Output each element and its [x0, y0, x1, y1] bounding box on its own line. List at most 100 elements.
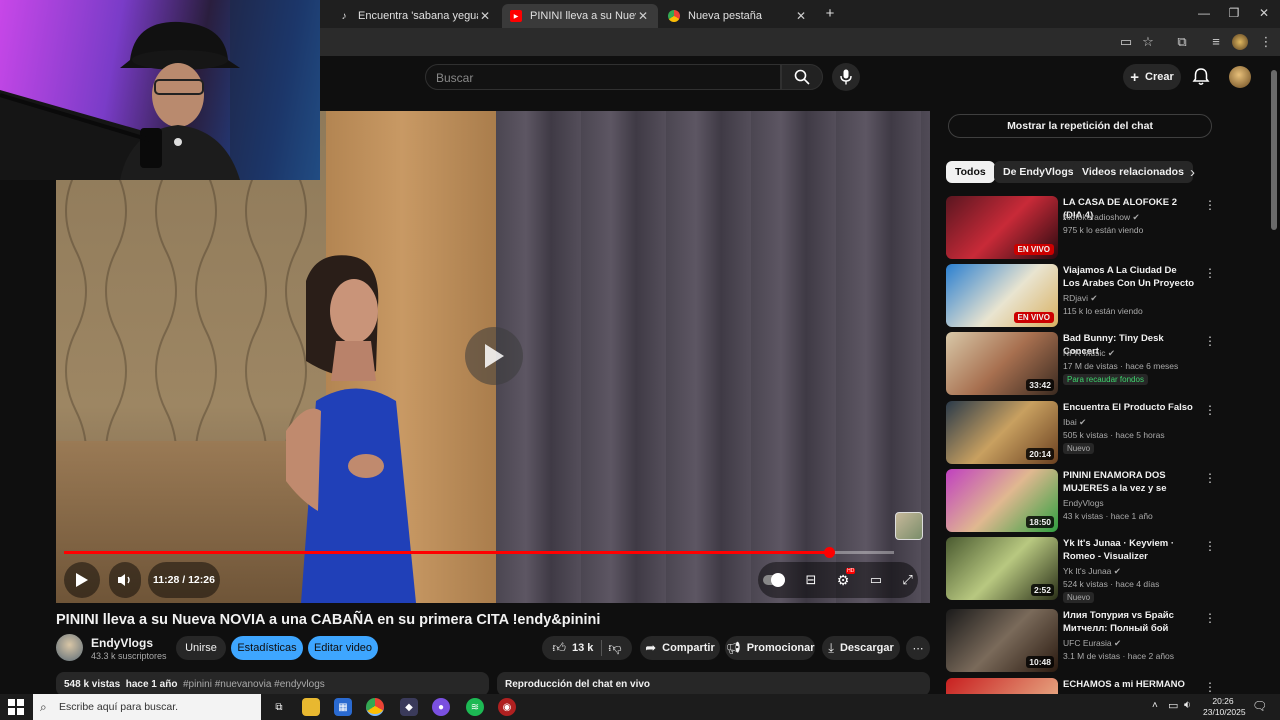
settings-gear-icon[interactable]: ⚙ HD [837, 567, 856, 589]
download-button[interactable]: ⤓ Descargar [822, 636, 900, 660]
tab-youtube-active[interactable]: ▶ PININI lleva a su Nueva NOVIA ✕ [502, 4, 658, 28]
list-item[interactable]: 10:48 Илия Топурия vs Брайс Митчелл: Пол… [946, 609, 1216, 673]
tab-tiktok[interactable]: ♪ Encuentra 'sabana yegua azua ✕ [330, 4, 500, 28]
menu-dots-icon[interactable]: ⋮ [1258, 34, 1274, 50]
notifications-bell-icon[interactable] [1191, 67, 1211, 87]
obs-icon[interactable]: ● [432, 698, 450, 716]
center-play-button[interactable] [465, 327, 523, 385]
channel-avatar[interactable] [56, 634, 83, 661]
tab-new[interactable]: Nueva pestaña ✕ [660, 4, 816, 28]
video-thumbnail[interactable]: EN VIVO [946, 264, 1058, 327]
page-scrollbar[interactable] [1270, 62, 1278, 692]
close-tab-icon[interactable]: ✕ [478, 9, 492, 23]
more-options-icon[interactable]: ⋮ [1204, 680, 1216, 694]
close-tab-icon[interactable]: ✕ [794, 9, 808, 23]
video-player[interactable]: 11:28 / 12:26 ⊟ ⚙ HD ▭ ⤢ [56, 111, 930, 603]
stats-button[interactable]: Estadísticas [231, 636, 303, 660]
close-tab-icon[interactable]: ✕ [636, 9, 650, 23]
play-button[interactable] [64, 562, 100, 598]
item-title[interactable]: Yk It's Junaa · Keyviem · Romeo - Visual… [1063, 537, 1196, 563]
item-channel[interactable]: Ibai ✔ [1063, 417, 1086, 428]
profile-icon[interactable] [1232, 34, 1248, 50]
recording-app-icon[interactable]: ◉ [498, 698, 516, 716]
item-channel[interactable]: EndyVlogs [1063, 498, 1104, 508]
list-item[interactable]: EN VIVO Viajamos A La Ciudad De Los Arab… [946, 264, 1216, 328]
chevron-right-icon[interactable]: › [1190, 164, 1195, 181]
list-item[interactable]: 18:50 PININI ENAMORA DOS MUJERES a la ve… [946, 469, 1216, 533]
network-icon[interactable]: ▭ [1168, 699, 1178, 712]
share-button[interactable]: ➦ Compartir [640, 636, 720, 660]
taskbar-search-input[interactable]: Escribe aquí para buscar. [33, 694, 261, 720]
description-box[interactable]: 548 k vistas hace 1 año #pinini #nuevano… [56, 672, 489, 696]
search-button[interactable] [781, 64, 823, 90]
chip-all[interactable]: Todos [946, 161, 995, 183]
media-icon[interactable]: ≡ [1208, 34, 1224, 50]
list-item[interactable]: EN VIVO LA CASA DE ALOFOKE 2 (DIA 4) Alo… [946, 196, 1216, 260]
volume-button[interactable] [109, 562, 141, 598]
task-view-icon[interactable]: ⧉ [270, 698, 288, 716]
video-thumbnail[interactable]: 33:42 [946, 332, 1058, 395]
more-options-icon[interactable]: ⋮ [1204, 611, 1216, 625]
more-options-icon[interactable]: ⋮ [1204, 471, 1216, 485]
channel-name[interactable]: EndyVlogs [91, 636, 153, 650]
item-channel[interactable]: Alofokeradioshow ✔ [1063, 212, 1140, 223]
autoplay-toggle[interactable] [763, 573, 786, 587]
extensions-icon[interactable]: ⧉ [1174, 34, 1190, 50]
video-thumbnail[interactable]: EN VIVO [946, 196, 1058, 259]
spotify-icon[interactable]: ≋ [466, 698, 484, 716]
video-thumbnail[interactable]: 10:48 [946, 609, 1058, 672]
speaker-icon[interactable]: 🔉︎ [1184, 699, 1191, 712]
hashtags[interactable]: #pinini #nuevanovia #endyvlogs [183, 679, 325, 690]
new-tab-button[interactable]: + [822, 6, 838, 22]
list-item[interactable]: 20:14 Encuentra El Producto Falso Ibai ✔… [946, 401, 1216, 465]
video-thumbnail[interactable]: 18:50 [946, 469, 1058, 532]
video-thumbnail[interactable] [946, 678, 1058, 694]
fullscreen-icon[interactable]: ⤢ [902, 572, 912, 588]
chip-related[interactable]: Videos relacionados [1073, 161, 1193, 183]
item-channel[interactable]: RDjavi ✔ [1063, 293, 1098, 304]
app-icon[interactable]: ◆ [400, 698, 418, 716]
edit-video-button[interactable]: Editar video [308, 636, 378, 660]
store-icon[interactable]: ▦ [334, 698, 352, 716]
promote-button[interactable]: 📢︎ Promocionar [725, 636, 815, 660]
item-channel[interactable]: UFC Eurasia ✔ [1063, 638, 1121, 649]
more-options-icon[interactable]: ⋮ [1204, 403, 1216, 417]
account-avatar[interactable] [1229, 66, 1251, 88]
list-item[interactable]: ECHAMOS a mi HERMANO ⋮ [946, 678, 1216, 694]
list-item[interactable]: 33:42 Bad Bunny: Tiny Desk Concert NPR M… [946, 332, 1216, 396]
item-channel[interactable]: Yk It's Junaa ✔ [1063, 566, 1121, 577]
join-button[interactable]: Unirse [176, 636, 226, 660]
more-options-icon[interactable]: ⋮ [1204, 198, 1216, 212]
video-thumbnail[interactable]: 2:52 [946, 537, 1058, 600]
item-title[interactable]: Encuentra El Producto Falso [1063, 401, 1196, 414]
more-options-icon[interactable]: ⋮ [1204, 539, 1216, 553]
more-actions-button[interactable]: ⋯ [906, 636, 930, 660]
chip-from-channel[interactable]: De EndyVlogs [994, 161, 1083, 183]
dislike-button[interactable]: 👎︎ [608, 640, 621, 656]
more-options-icon[interactable]: ⋮ [1204, 334, 1216, 348]
chrome-icon[interactable] [366, 698, 384, 716]
file-explorer-icon[interactable] [302, 698, 320, 716]
create-button[interactable]: + Crear [1123, 64, 1181, 90]
theater-mode-icon[interactable]: ▭ [870, 572, 882, 588]
item-title[interactable]: Илия Топурия vs Брайс Митчелл: Полный бо… [1063, 609, 1196, 635]
voice-search-button[interactable] [832, 63, 860, 91]
item-title[interactable]: PININI ENAMORA DOS MUJERES a la vez y se… [1063, 469, 1196, 495]
item-channel[interactable]: NPR Music ✔ [1063, 348, 1115, 359]
like-button[interactable]: 👍︎ 13 k [552, 640, 603, 656]
video-thumbnail[interactable]: 20:14 [946, 401, 1058, 464]
restore-icon[interactable]: ❐ [1226, 6, 1242, 22]
item-title[interactable]: ECHAMOS a mi HERMANO [1063, 678, 1196, 691]
list-item[interactable]: 2:52 Yk It's Junaa · Keyviem · Romeo - V… [946, 537, 1216, 603]
close-window-icon[interactable]: ✕ [1256, 6, 1272, 22]
captions-icon[interactable]: ⊟ [806, 572, 817, 588]
bookmark-star-icon[interactable]: ☆ [1140, 34, 1156, 50]
notifications-icon[interactable]: 🗨︎ [1252, 699, 1267, 713]
search-input[interactable]: Buscar [425, 64, 781, 90]
windows-start-icon[interactable] [8, 699, 24, 715]
item-title[interactable]: Viajamos A La Ciudad De Los Arabes Con U… [1063, 264, 1196, 290]
show-chat-replay-button[interactable]: Mostrar la repetición del chat [948, 114, 1212, 138]
minimize-icon[interactable]: — [1196, 6, 1212, 22]
cast-icon[interactable]: ▭ [1118, 34, 1134, 50]
tray-chevron-icon[interactable]: ˄ [1152, 700, 1158, 711]
